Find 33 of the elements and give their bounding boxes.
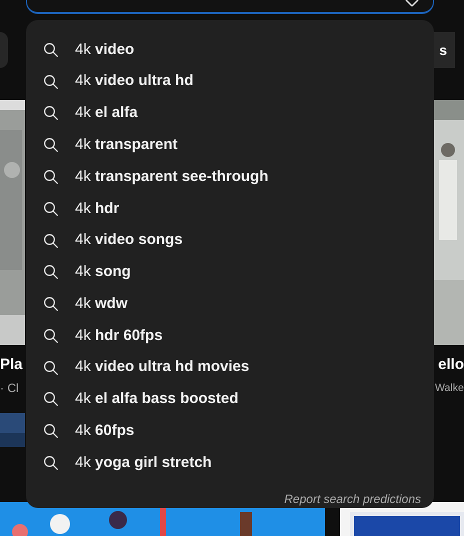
suggestion-item[interactable]: 4k hdr 60fps: [26, 320, 434, 352]
suggestion-item[interactable]: 4k transparent: [26, 129, 434, 162]
suggestion-item[interactable]: 4k video songs: [26, 224, 434, 256]
search-icon: [42, 263, 60, 282]
search-icon: [42, 232, 60, 250]
video-meta: Walke: [435, 381, 464, 396]
search-icon: [42, 200, 60, 218]
search-icon: [42, 136, 60, 154]
video-title: ello: [438, 355, 464, 375]
report-link[interactable]: Report search predictions: [284, 490, 421, 508]
suggestion-item[interactable]: 4k song: [26, 256, 434, 288]
search-icon: [42, 422, 60, 440]
suggestion-item[interactable]: 4k 60fps: [26, 415, 434, 448]
search-icon: [42, 326, 60, 345]
video-meta: · Cl: [0, 380, 20, 397]
search-icon: [42, 104, 60, 122]
suggestion-item[interactable]: 4k el alfa bass boosted: [26, 384, 434, 416]
search-icon: [42, 40, 60, 59]
video-title: Pla: [0, 355, 24, 375]
search-icon: [42, 358, 60, 377]
search-icon: [42, 390, 60, 408]
search-icon: [42, 295, 60, 314]
search-icon: [42, 454, 60, 472]
suggestion-item[interactable]: 4k wdw: [26, 288, 434, 320]
suggestion-item[interactable]: 4k transparent see-through: [26, 161, 434, 193]
suggestion-item[interactable]: 4k yoga girl stretch: [26, 447, 434, 479]
suggestion-item[interactable]: 4k video ultra hd: [26, 66, 434, 98]
close-icon[interactable]: [405, 0, 419, 8]
suggestion-item[interactable]: 4k el alfa: [26, 98, 434, 130]
suggestion-item[interactable]: 4k hdr: [26, 192, 434, 225]
search-icon: [42, 168, 60, 186]
search-icon: [42, 72, 60, 91]
suggestion-item[interactable]: 4k video ultra hd movies: [26, 352, 434, 384]
